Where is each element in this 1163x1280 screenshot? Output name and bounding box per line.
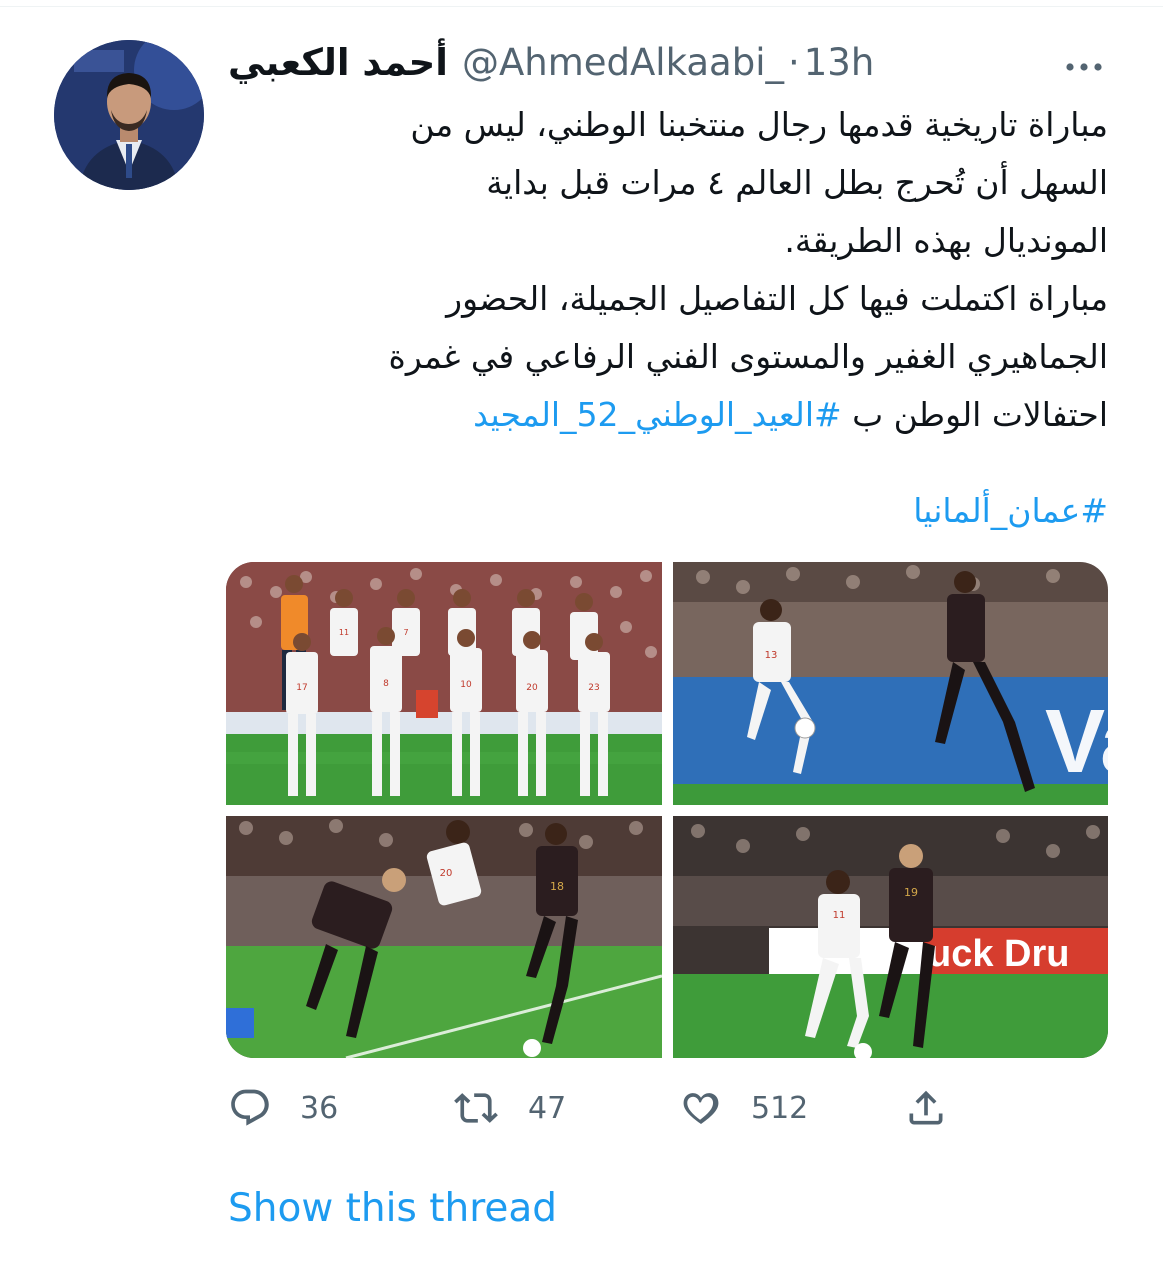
retweet-button[interactable]: 47: [452, 1086, 566, 1130]
media-grid: 11 7 17 8 10 20 23 V 13 20 18 uck Dru 11…: [226, 562, 1108, 1058]
tweet-line: مباراة تاريخية قدمها رجال منتخبنا الوطني…: [410, 105, 1108, 144]
like-icon: [679, 1086, 723, 1130]
reply-icon: [228, 1086, 272, 1130]
tweet-text: مباراة تاريخية قدمها رجال منتخبنا الوطني…: [228, 96, 1108, 444]
retweet-icon: [452, 1086, 500, 1130]
tweet-header: أحمد الكعبي @AhmedAlkaabi_ · 13h: [228, 38, 874, 86]
svg-text:7: 7: [403, 628, 408, 637]
svg-text:11: 11: [833, 910, 846, 921]
svg-text:19: 19: [904, 886, 918, 899]
more-icon[interactable]: [1064, 58, 1104, 71]
svg-text:Va: Va: [1045, 692, 1108, 792]
display-name[interactable]: أحمد الكعبي: [228, 41, 448, 84]
svg-text:uck Dru: uck Dru: [928, 933, 1069, 975]
svg-text:11: 11: [339, 628, 349, 637]
hashtag-national-day[interactable]: #العيد_الوطني_52_المجيد: [473, 395, 841, 434]
like-button[interactable]: 512: [679, 1086, 808, 1130]
oman-vs-germany-action-photo-2[interactable]: 20 18: [226, 816, 662, 1058]
retweet-count: 47: [528, 1090, 567, 1126]
time-separator: ·: [787, 40, 800, 84]
svg-text:8: 8: [383, 679, 389, 689]
svg-text:18: 18: [550, 880, 564, 893]
share-icon: [904, 1086, 948, 1130]
svg-text:17: 17: [296, 683, 307, 693]
svg-text:10: 10: [460, 680, 472, 690]
tweet-line: مباراة اكتملت فيها كل التفاصيل الجميلة، …: [446, 279, 1108, 318]
tweet-line: الجماهيري الغفير والمستوى الفني الرفاعي …: [388, 337, 1108, 376]
svg-text:13: 13: [765, 650, 778, 661]
tweet-line: المونديال بهذه الطريقة.: [784, 221, 1108, 260]
reply-button[interactable]: 36: [228, 1086, 338, 1130]
reply-count: 36: [300, 1090, 339, 1126]
avatar[interactable]: [54, 40, 204, 190]
show-thread-link[interactable]: Show this thread: [228, 1186, 557, 1231]
svg-text:20: 20: [440, 868, 453, 879]
timestamp[interactable]: 13h: [804, 41, 875, 84]
tweet-actions: 36 47 512: [0, 1086, 1163, 1130]
oman-vs-germany-action-photo-1[interactable]: Va 13: [673, 562, 1108, 805]
tweet-line: السهل أن تُحرج بطل العالم ٤ مرات قبل بدا…: [486, 163, 1108, 202]
share-button[interactable]: [904, 1086, 948, 1130]
svg-text:23: 23: [588, 683, 599, 693]
hashtag-oman-germany[interactable]: #عمان_ألمانيا: [913, 486, 1108, 536]
top-divider: [0, 6, 1163, 7]
oman-vs-germany-action-photo-3[interactable]: uck Dru 11 19: [673, 816, 1108, 1058]
oman-team-lineup-photo[interactable]: 11 7 17 8 10 20 23: [226, 562, 662, 805]
tweet-line-text: احتفالات الوطن ب: [841, 395, 1108, 434]
like-count: 512: [751, 1090, 809, 1126]
handle[interactable]: @AhmedAlkaabi_: [462, 41, 784, 84]
svg-text:20: 20: [526, 683, 538, 693]
tweet-line-last: احتفالات الوطن ب #العيد_الوطني_52_المجيد: [228, 386, 1108, 444]
